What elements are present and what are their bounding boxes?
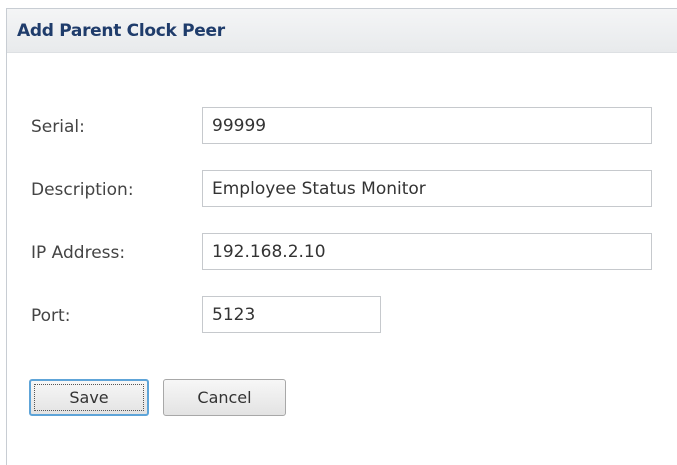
ip-address-label: IP Address: (31, 243, 126, 263)
dialog-title: Add Parent Clock Peer (17, 21, 225, 41)
cancel-button[interactable]: Cancel (163, 379, 286, 416)
cancel-button-label: Cancel (197, 388, 252, 407)
port-label: Port: (31, 306, 71, 326)
ip-address-row: IP Address: (0, 233, 677, 273)
description-row: Description: (0, 170, 677, 210)
description-input[interactable] (202, 170, 652, 207)
serial-label: Serial: (31, 117, 85, 137)
port-row: Port: (0, 296, 677, 336)
serial-input[interactable] (202, 107, 652, 144)
save-button[interactable]: Save (29, 379, 149, 416)
serial-row: Serial: (0, 107, 677, 147)
port-input[interactable] (202, 296, 381, 333)
description-label: Description: (31, 180, 134, 200)
save-button-label: Save (69, 388, 109, 407)
ip-address-input[interactable] (202, 233, 652, 270)
dialog-header: Add Parent Clock Peer (7, 9, 677, 53)
